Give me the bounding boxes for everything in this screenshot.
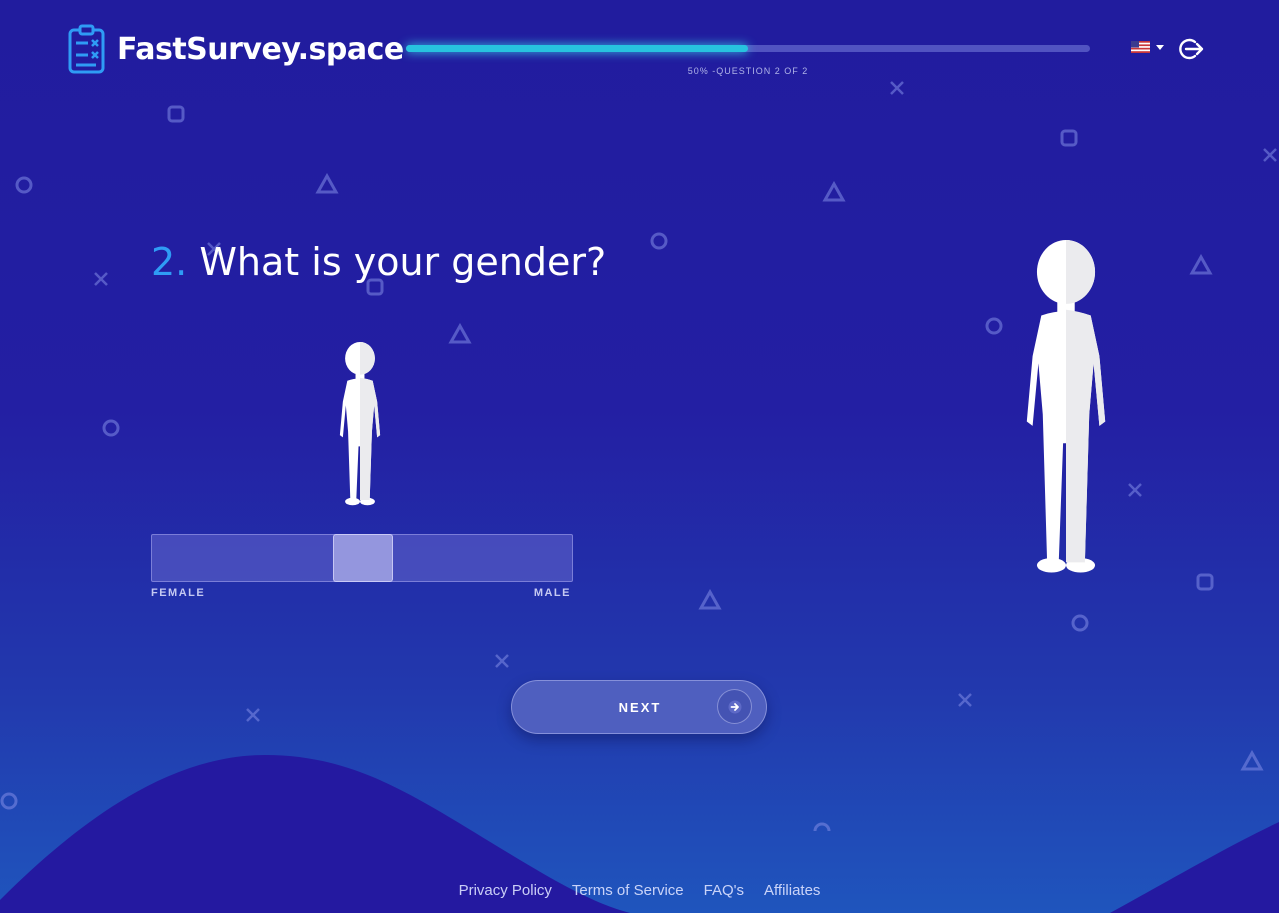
clipboard-logo-icon	[68, 24, 105, 74]
cross-decoration-icon	[890, 81, 904, 95]
person-figure-icon	[339, 342, 381, 506]
question-text: What is your gender?	[199, 240, 607, 284]
cross-decoration-icon	[1128, 483, 1142, 497]
question-number: 2.	[151, 240, 188, 284]
cross-decoration-icon	[495, 654, 509, 668]
circle-decoration-icon	[813, 822, 831, 832]
next-button[interactable]: NEXT	[511, 680, 767, 734]
person-figure-icon	[1026, 240, 1106, 573]
cross-decoration-icon	[1263, 148, 1277, 162]
triangle-decoration-icon	[315, 173, 339, 194]
us-flag-icon	[1131, 41, 1150, 53]
cross-decoration-icon	[94, 272, 108, 286]
footer-link-terms-of-service[interactable]: Terms of Service	[572, 882, 684, 899]
gender-slider[interactable]	[151, 534, 573, 582]
cross-decoration-icon	[958, 693, 972, 707]
triangle-decoration-icon	[1189, 254, 1213, 275]
language-selector[interactable]	[1131, 41, 1164, 53]
footer-link-faq[interactable]: FAQ's	[704, 882, 744, 899]
circle-decoration-icon	[650, 232, 668, 250]
triangle-decoration-icon	[822, 181, 846, 202]
footer-links: Privacy Policy Terms of Service FAQ's Af…	[0, 882, 1279, 899]
cross-decoration-icon	[246, 708, 260, 722]
slider-female-label: FEMALE	[151, 587, 206, 599]
square-decoration-icon	[167, 105, 185, 123]
triangle-decoration-icon	[448, 323, 472, 344]
logo-text: FastSurvey.space	[117, 31, 404, 67]
question-title: 2. What is your gender?	[151, 240, 606, 284]
progress-bar	[406, 45, 1090, 52]
circle-decoration-icon	[1071, 614, 1089, 632]
triangle-decoration-icon	[1240, 750, 1264, 771]
slider-handle[interactable]	[333, 534, 393, 582]
circle-decoration-icon	[15, 176, 33, 194]
slider-male-label: MALE	[533, 587, 571, 599]
progress-label: 50% -QUESTION 2 OF 2	[687, 66, 809, 76]
logout-icon[interactable]	[1177, 36, 1205, 62]
chevron-down-icon	[1156, 44, 1164, 50]
footer-link-affiliates[interactable]: Affiliates	[764, 882, 820, 899]
triangle-decoration-icon	[698, 589, 722, 610]
progress-fill	[406, 45, 748, 52]
survey-page: FastSurvey.space 50% -QUESTION 2 OF 2 2.…	[0, 0, 1279, 913]
circle-decoration-icon	[0, 792, 18, 810]
square-decoration-icon	[1196, 573, 1214, 591]
circle-decoration-icon	[102, 419, 120, 437]
app-logo[interactable]: FastSurvey.space	[68, 24, 404, 74]
arrow-right-icon	[717, 689, 752, 724]
circle-decoration-icon	[985, 317, 1003, 335]
footer-link-privacy-policy[interactable]: Privacy Policy	[459, 882, 552, 899]
square-decoration-icon	[1060, 129, 1078, 147]
